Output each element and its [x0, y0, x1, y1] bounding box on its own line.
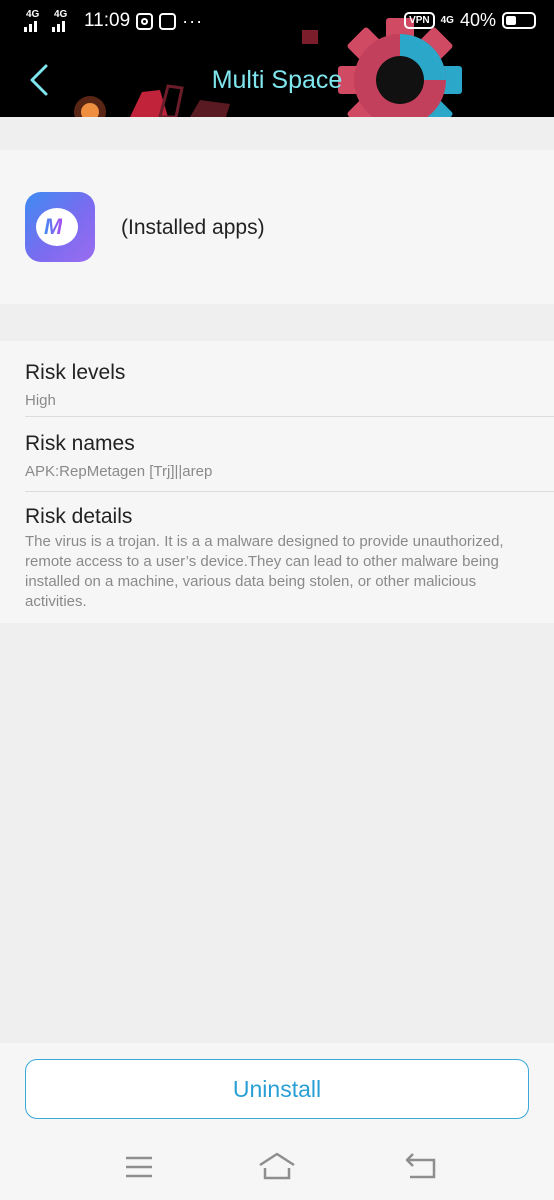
signal-4g-icon: 4G	[24, 10, 46, 32]
more-notifications-icon: ···	[182, 10, 204, 31]
data-4g-icon: 4G	[440, 15, 454, 26]
risk-info-card: Risk levels High Risk names APK:RepMetag…	[0, 341, 554, 623]
divider	[25, 416, 554, 417]
battery-percent: 40%	[459, 10, 496, 30]
app-info-card: M	[0, 150, 554, 304]
app-icon-letter: M	[44, 214, 63, 239]
risk-names-item: Risk names APK:RepMetagen [Trj]||arep	[25, 432, 554, 482]
page-title: Multi Space	[211, 66, 343, 94]
status-time: 11:09	[84, 10, 131, 31]
home-icon[interactable]	[257, 1150, 297, 1184]
network-type-label: 4G	[26, 9, 40, 20]
battery-icon	[502, 12, 536, 29]
multi-space-app-icon: M	[25, 192, 95, 262]
uninstall-button[interactable]: Uninstall	[25, 1059, 529, 1119]
risk-levels-value: High	[25, 392, 56, 409]
back-arrow-icon[interactable]	[401, 1150, 441, 1184]
risk-names-label: Risk names	[25, 432, 135, 455]
menu-icon[interactable]	[119, 1150, 159, 1184]
signal-4g-icon-2: 4G	[52, 10, 74, 32]
risk-details-label: Risk details	[25, 505, 133, 528]
gallery-icon	[159, 12, 177, 30]
vpn-icon: VPN	[404, 12, 435, 29]
network-type-label-2: 4G	[54, 9, 68, 20]
risk-details-item: Risk details The virus is a trojan. It i…	[25, 505, 554, 612]
divider	[25, 491, 554, 492]
risk-levels-item: Risk levels High	[25, 361, 554, 411]
app-name: (Installed apps)	[121, 216, 265, 239]
risk-details-value: The virus is a trojan. It is a a malware…	[25, 533, 504, 610]
status-bar: 4G 4G 11:09 ··· VPN 4G 40%	[0, 0, 554, 42]
app-header: 4G 4G 11:09 ··· VPN 4G 40% Multi Space	[0, 0, 554, 117]
risk-levels-label: Risk levels	[25, 361, 126, 384]
instagram-icon	[136, 12, 154, 30]
risk-names-value: APK:RepMetagen [Trj]||arep	[25, 463, 213, 480]
